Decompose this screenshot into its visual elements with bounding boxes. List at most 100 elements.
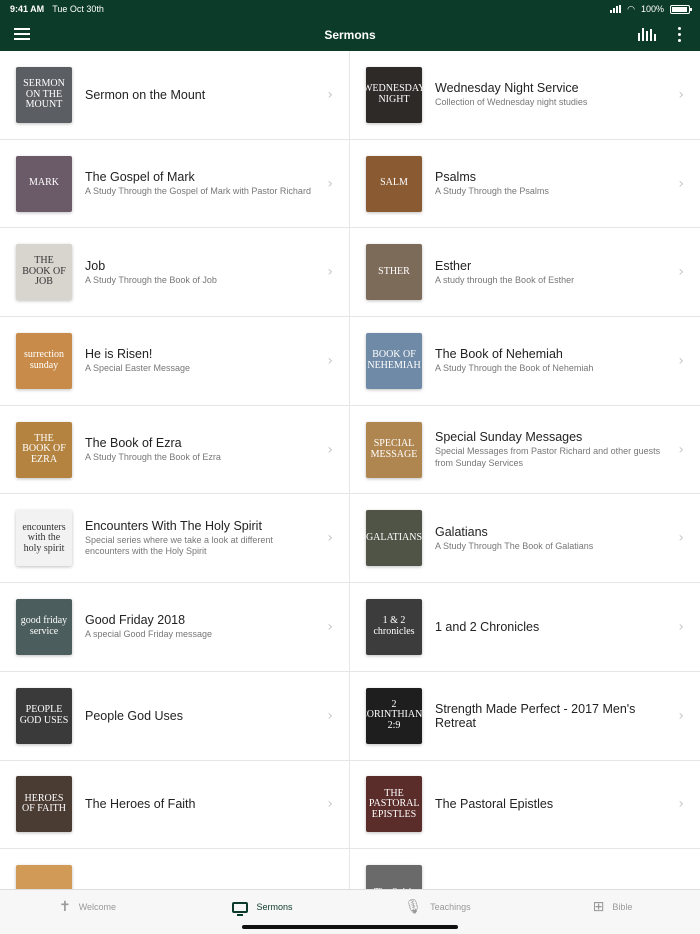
chevron-right-icon: ›: [327, 530, 333, 547]
sermon-title: The Book of Ezra: [85, 435, 182, 450]
tab-label: Teachings: [430, 902, 471, 912]
nav-bar: Sermons: [0, 18, 700, 51]
wifi-icon: ◠: [627, 3, 635, 14]
sermon-title: Galatians: [435, 524, 488, 539]
bible-icon: ⊞: [592, 899, 605, 915]
sermon-text: Encounters With The Holy Spirit Special s…: [85, 519, 315, 558]
chevron-right-icon: ›: [678, 264, 684, 281]
sermon-text: Wednesday Night Service Collection of Wed…: [435, 81, 665, 108]
microphone-icon: 🎙: [404, 899, 423, 915]
sermon-item[interactable]: The Spirit: [350, 849, 700, 889]
sermon-item[interactable]: BOOK OF NEHEMIAH The Book of Nehemiah A St…: [350, 317, 700, 406]
sermon-title: People God Uses: [85, 708, 183, 723]
sermon-title: Wednesday Night Service: [435, 81, 579, 96]
sermon-title: Good Friday 2018: [85, 613, 186, 628]
sermon-text: The Pastoral Epistles: [435, 797, 665, 811]
tab-welcome[interactable]: ✝ Welcome: [0, 890, 175, 934]
sermon-thumbnail: THE BOOK OF EZRA: [16, 421, 72, 478]
sermon-item[interactable]: SALM Psalms A Study Through the Psalms ›: [350, 140, 700, 229]
sermon-subtitle: A study through the Book of Esther: [435, 274, 575, 285]
sermon-text: The Gospel of Mark A Study Through the Go…: [85, 170, 315, 197]
page-title: Sermons: [324, 27, 376, 42]
sermon-thumbnail: HEROES OF FAITH: [16, 776, 72, 833]
sermon-thumbnail: BOOK OF NEHEMIAH: [366, 332, 422, 389]
sermon-item[interactable]: good friday service Good Friday 2018 A spe…: [0, 583, 350, 672]
sermon-subtitle: A Study Through the Psalms: [435, 185, 549, 196]
hamburger-icon[interactable]: [14, 28, 30, 40]
sermon-title: The Gospel of Mark: [85, 169, 195, 184]
cellular-signal-icon: [610, 5, 622, 13]
chevron-right-icon: ›: [327, 618, 333, 635]
sermon-item[interactable]: WEDNESDAY NIGHT Wednesday Night Service Co…: [350, 51, 700, 140]
sermon-item[interactable]: THE BOOK OF EZRA The Book of Ezra A Study …: [0, 405, 350, 495]
tv-icon: [232, 901, 249, 916]
sermon-subtitle: A Study Through the Gospel of Mark with …: [85, 185, 311, 196]
chevron-right-icon: ›: [678, 618, 684, 635]
cross-icon: ✝: [58, 899, 71, 915]
chevron-right-icon: ›: [678, 441, 684, 458]
sermon-thumbnail: encounters with the holy spirit: [16, 510, 72, 567]
more-vertical-icon[interactable]: [678, 27, 682, 42]
sermon-text: Good Friday 2018 A special Good Friday me…: [85, 613, 315, 640]
sermon-thumbnail: 1 & 2 chronicles: [366, 598, 422, 655]
sermon-thumbnail: good friday service: [16, 598, 72, 655]
sermon-thumbnail: 2 CORINTHIANS 2:9: [366, 687, 422, 744]
sermon-item[interactable]: THE BOOK OF JOB Job A Study Through the Bo…: [0, 228, 350, 318]
chevron-right-icon: ›: [327, 796, 333, 813]
sermon-text: The Book of Nehemiah A Study Through the …: [435, 347, 665, 374]
sermon-text: Esther A study through the Book of Esther: [435, 259, 665, 286]
chevron-right-icon: ›: [327, 352, 333, 369]
tab-label: Sermons: [256, 902, 293, 912]
sermon-title: Job: [85, 258, 106, 273]
sermon-subtitle: Special Messages from Pastor Richard and…: [435, 446, 661, 468]
sermon-thumbnail: surrection sunday: [16, 332, 72, 389]
sermon-thumbnail: [16, 865, 72, 889]
sermon-item[interactable]: GALATIANS Galatians A Study Through The Bo…: [350, 494, 700, 584]
sermon-item[interactable]: 1 & 2 chronicles 1 and 2 Chronicles ›: [350, 583, 700, 672]
sermon-item[interactable]: MARK The Gospel of Mark A Study Through th…: [0, 139, 350, 229]
chevron-right-icon: ›: [678, 175, 684, 192]
sermon-thumbnail: The Spirit: [366, 865, 422, 889]
sermon-text: Sermon on the Mount: [85, 88, 315, 102]
sermon-list[interactable]: SERMON ON THE MOUNT Sermon on the Mount › W…: [0, 51, 700, 889]
sermon-grid: SERMON ON THE MOUNT Sermon on the Mount › W…: [0, 51, 700, 889]
sermon-item[interactable]: PEOPLE GOD USES People God Uses ›: [0, 671, 350, 761]
battery-percent: 100%: [640, 4, 664, 14]
sermon-subtitle: A Study Through the Book of Job: [85, 274, 217, 285]
sermon-item[interactable]: THE PASTORAL EPISTLES The Pastoral Epistl…: [350, 761, 700, 850]
status-time: 9:41 AM: [10, 4, 45, 14]
sermon-title: Psalms: [435, 169, 476, 184]
sermon-thumbnail: PEOPLE GOD USES: [16, 687, 72, 744]
sermon-text: The Book of Ezra A Study Through the Book…: [85, 436, 315, 463]
sermon-text: Strength Made Perfect - 2017 Men's Retre…: [435, 702, 665, 730]
sermon-thumbnail: THE BOOK OF JOB: [16, 244, 72, 301]
sermon-item[interactable]: surrection sunday He is Risen! A Special E…: [0, 317, 350, 406]
chevron-right-icon: ›: [327, 86, 333, 103]
sermon-title: 1 and 2 Chronicles: [435, 619, 540, 634]
sermon-thumbnail: STHER: [366, 244, 422, 301]
sermon-text: He is Risen! A Special Easter Message: [85, 347, 315, 374]
sermon-text: People God Uses: [85, 709, 315, 723]
sermon-item[interactable]: [0, 849, 350, 889]
sermon-item[interactable]: encounters with the holy spirit Encounter…: [0, 494, 350, 584]
sermon-title: Sermon on the Mount: [85, 87, 206, 102]
sermon-item[interactable]: STHER Esther A study through the Book of E…: [350, 228, 700, 318]
battery-icon: [670, 4, 692, 14]
status-bar: 9:41 AM Tue Oct 30th ◠ 100%: [0, 0, 700, 18]
sermon-item[interactable]: 2 CORINTHIANS 2:9 Strength Made Perfect -…: [350, 672, 700, 761]
home-indicator: [242, 925, 458, 929]
sermon-item[interactable]: SERMON ON THE MOUNT Sermon on the Mount ›: [0, 51, 350, 140]
sermon-subtitle: A Study Through the Book of Nehemiah: [435, 363, 594, 374]
tab-bible[interactable]: ⊞ Bible: [525, 890, 700, 934]
sermon-title: Strength Made Perfect - 2017 Men's Retre…: [435, 701, 636, 730]
sermon-text: Special Sunday Messages Special Messages …: [435, 430, 665, 469]
sermon-thumbnail: GALATIANS: [366, 510, 422, 567]
sermon-item[interactable]: SPECIAL MESSAGE Special Sunday Messages Sp…: [350, 406, 700, 495]
chevron-right-icon: ›: [327, 707, 333, 724]
sermon-item[interactable]: HEROES OF FAITH The Heroes of Faith ›: [0, 760, 350, 850]
tab-label: Welcome: [78, 902, 117, 912]
sermon-subtitle: A Study Through The Book of Galatians: [435, 540, 594, 551]
bar-chart-icon[interactable]: [638, 28, 656, 41]
sermon-title: Special Sunday Messages: [435, 430, 583, 445]
tab-label: Bible: [612, 902, 633, 912]
